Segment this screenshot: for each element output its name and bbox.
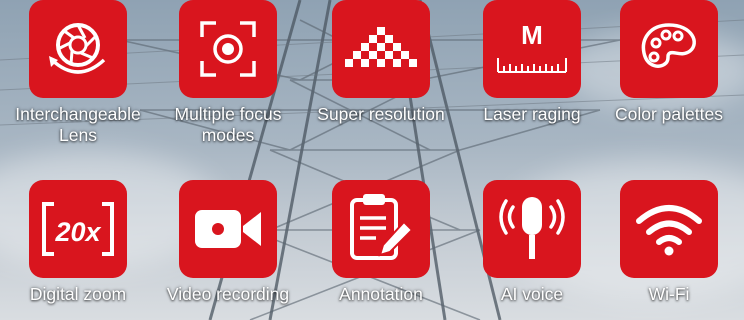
color-palettes-tile (620, 0, 718, 98)
wifi-icon (636, 205, 702, 256)
feature-label: Video recording (166, 284, 290, 304)
interchangeable-lens-icon (49, 23, 106, 74)
feature-digital-zoom: 20x Digital zoom (3, 180, 153, 305)
focus-modes-tile (179, 0, 277, 98)
digital-zoom-tile: 20x (29, 180, 127, 278)
feature-annotation: Annotation (306, 180, 456, 305)
pixel-triangle-icon (345, 27, 417, 67)
palette-icon (641, 23, 696, 68)
feature-interchangeable-lens: Interchangeable Lens (3, 0, 153, 146)
feature-ai-voice: AI voice (457, 180, 607, 305)
video-camera-icon (195, 210, 261, 248)
feature-video-recording: Video recording (153, 180, 303, 305)
feature-label: Multiple focus modes (174, 104, 282, 145)
feature-focus-modes: Multiple focus modes (153, 0, 303, 146)
clipboard-pen-icon (350, 194, 414, 260)
feature-label: Color palettes (615, 104, 723, 124)
super-resolution-tile (332, 0, 430, 98)
feature-label: Annotation (339, 284, 423, 304)
laser-ruler-icon: M (497, 20, 567, 73)
zoom-20x-icon: 20x (42, 202, 114, 256)
laser-ranging-tile: M (483, 0, 581, 98)
feature-super-resolution: Super resolution (306, 0, 456, 125)
feature-label: Digital zoom (29, 284, 127, 304)
feature-label: Interchangeable Lens (15, 104, 141, 145)
feature-label: Wi-Fi (648, 284, 690, 304)
ai-voice-tile (483, 180, 581, 278)
feature-laser-ranging: M Laser raging (457, 0, 607, 125)
wifi-tile (620, 180, 718, 278)
focus-target-icon (200, 21, 256, 77)
ruler-letter: M (521, 20, 543, 50)
interchangeable-lens-tile (29, 0, 127, 98)
feature-wifi: Wi-Fi (594, 180, 744, 305)
feature-label: Laser raging (483, 104, 581, 124)
feature-label: Super resolution (317, 104, 445, 124)
feature-label: AI voice (500, 284, 564, 304)
microphone-icon (499, 197, 565, 259)
zoom-factor-text: 20x (54, 217, 101, 247)
video-recording-tile (179, 180, 277, 278)
feature-color-palettes: Color palettes (594, 0, 744, 125)
annotation-tile (332, 180, 430, 278)
